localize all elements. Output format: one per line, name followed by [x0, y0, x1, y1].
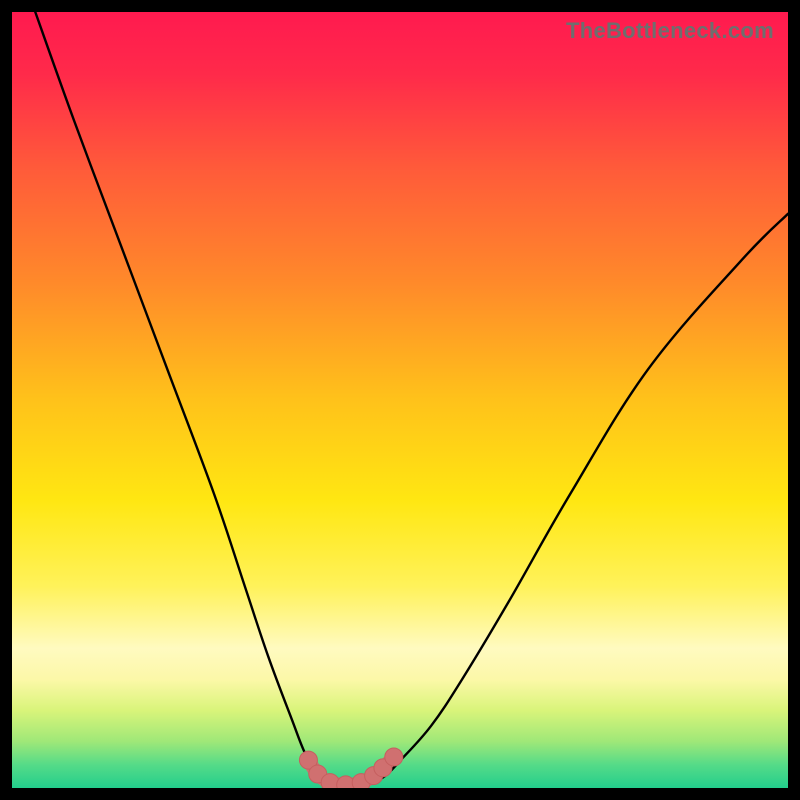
- plot-area: TheBottleneck.com: [12, 12, 788, 788]
- bottleneck-curve-path: [35, 12, 788, 785]
- curve-layer: [12, 12, 788, 788]
- trough-marker: [385, 748, 403, 766]
- chart-frame: TheBottleneck.com: [0, 0, 800, 800]
- trough-markers-group: [299, 748, 402, 788]
